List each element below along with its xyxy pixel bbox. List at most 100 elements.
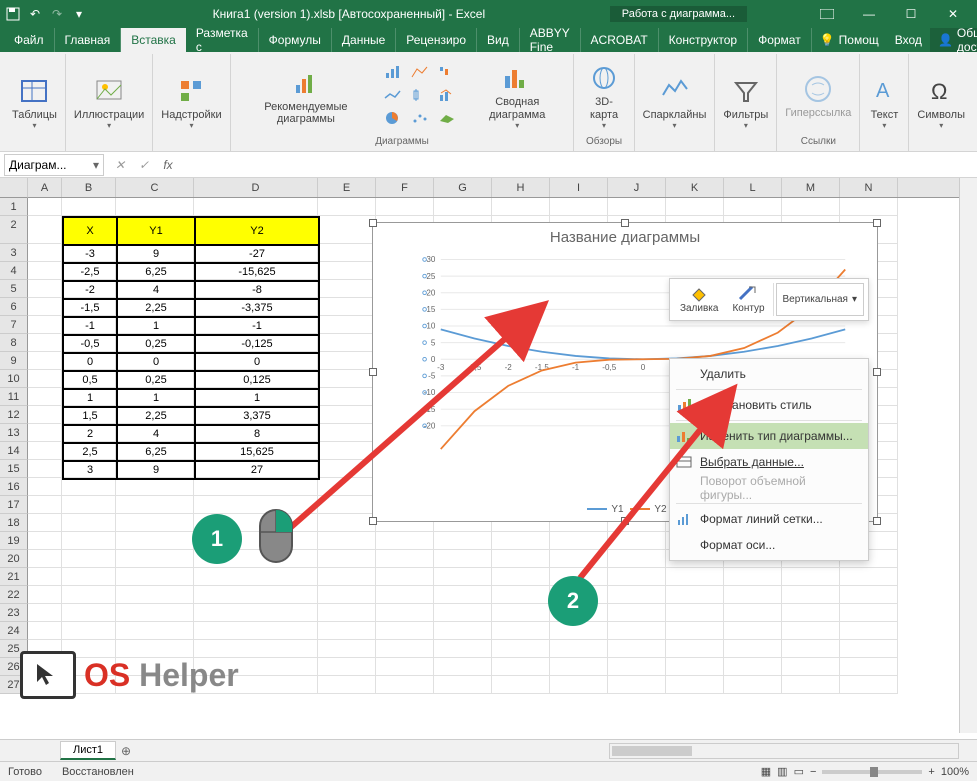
table-header[interactable]: Y1 — [117, 217, 195, 245]
table-cell[interactable]: 2,5 — [63, 443, 117, 461]
tab-разметка с[interactable]: Разметка с — [186, 28, 259, 52]
col-header[interactable]: M — [782, 178, 840, 197]
data-table[interactable]: XY1Y2-39-27-2,56,25-15,625-24-8-1,52,25-… — [62, 216, 320, 480]
row-header[interactable]: 2 — [0, 216, 28, 244]
tell-me[interactable]: 💡 Помощ — [812, 28, 887, 52]
table-cell[interactable]: -27 — [195, 245, 319, 263]
col-header[interactable]: K — [666, 178, 724, 197]
addins-button[interactable]: Надстройки▾ — [157, 73, 225, 132]
table-cell[interactable]: 0 — [63, 353, 117, 371]
minimize-icon[interactable]: — — [849, 0, 889, 28]
row-headers[interactable]: 1234567891011121314151617181920212223242… — [0, 198, 28, 694]
redo-icon[interactable]: ↷ — [48, 5, 66, 23]
illustrations-button[interactable]: Иллюстрации▾ — [70, 73, 148, 132]
table-cell[interactable]: 4 — [117, 281, 195, 299]
sparklines-button[interactable]: Спарклайны▾ — [639, 73, 711, 132]
table-cell[interactable]: 8 — [195, 425, 319, 443]
table-header[interactable]: X — [63, 217, 117, 245]
scatter-chart-icon[interactable] — [408, 108, 432, 128]
ctx-select-data[interactable]: Выбрать данные... — [670, 449, 868, 475]
outline-button[interactable]: Контур — [726, 283, 770, 316]
text-button[interactable]: A Текст▾ — [864, 73, 904, 132]
tab-данные[interactable]: Данные — [332, 28, 396, 52]
tab-формат[interactable]: Формат — [748, 28, 812, 52]
table-cell[interactable]: -15,625 — [195, 263, 319, 281]
stat-chart-icon[interactable] — [408, 85, 432, 105]
cancel-icon[interactable]: ✕ — [108, 158, 132, 172]
table-cell[interactable]: 27 — [195, 461, 319, 479]
ctx-change-chart-type[interactable]: Изменить тип диаграммы... — [670, 423, 868, 449]
tab-вставка[interactable]: Вставка — [121, 28, 186, 52]
row-header[interactable]: 19 — [0, 532, 28, 550]
col-header[interactable]: F — [376, 178, 434, 197]
chart-title[interactable]: Название диаграммы — [373, 223, 877, 252]
table-cell[interactable]: 0 — [195, 353, 319, 371]
table-cell[interactable]: -1 — [63, 317, 117, 335]
table-cell[interactable]: 6,25 — [117, 263, 195, 281]
zoom-in-icon[interactable]: + — [928, 766, 934, 778]
ribbon-display-icon[interactable] — [807, 0, 847, 28]
table-cell[interactable]: -2 — [63, 281, 117, 299]
table-cell[interactable]: 0,25 — [117, 371, 195, 389]
undo-icon[interactable]: ↶ — [26, 5, 44, 23]
chart-object[interactable]: Название диаграммы -20-15-10-50510152025… — [372, 222, 878, 522]
row-header[interactable]: 17 — [0, 496, 28, 514]
table-cell[interactable]: -0,5 — [63, 335, 117, 353]
bar-chart-icon[interactable] — [381, 62, 405, 82]
table-cell[interactable]: 4 — [117, 425, 195, 443]
formula-input[interactable] — [180, 154, 977, 176]
row-header[interactable]: 4 — [0, 262, 28, 280]
table-header[interactable]: Y2 — [195, 217, 319, 245]
line-chart-icon[interactable] — [381, 85, 405, 105]
row-header[interactable]: 24 — [0, 622, 28, 640]
row-header[interactable]: 14 — [0, 442, 28, 460]
col-header[interactable]: C — [116, 178, 194, 197]
table-cell[interactable]: 2,25 — [117, 407, 195, 425]
select-all-corner[interactable] — [0, 178, 28, 198]
table-cell[interactable]: 1,5 — [63, 407, 117, 425]
table-cell[interactable]: 2,25 — [117, 299, 195, 317]
enter-icon[interactable]: ✓ — [132, 158, 156, 172]
table-cell[interactable]: 0,25 — [117, 335, 195, 353]
row-header[interactable]: 13 — [0, 424, 28, 442]
hyperlink-button[interactable]: Гиперссылка — [781, 71, 855, 121]
table-cell[interactable]: 3,375 — [195, 407, 319, 425]
surface-chart-icon[interactable] — [435, 108, 459, 128]
pivot-chart-button[interactable]: Сводная диаграмма▾ — [465, 60, 569, 131]
row-header[interactable]: 6 — [0, 298, 28, 316]
combo-chart-icon[interactable] — [435, 85, 459, 105]
recommended-charts-button[interactable]: Рекомендуемые диаграммы — [235, 65, 377, 127]
table-cell[interactable]: 1 — [117, 389, 195, 407]
fill-button[interactable]: Заливка — [674, 283, 725, 316]
row-header[interactable]: 9 — [0, 352, 28, 370]
row-header[interactable]: 1 — [0, 198, 28, 216]
row-header[interactable]: 5 — [0, 280, 28, 298]
close-icon[interactable]: ✕ — [933, 0, 973, 28]
table-cell[interactable]: 0,5 — [63, 371, 117, 389]
row-header[interactable]: 22 — [0, 586, 28, 604]
column-headers[interactable]: ABCDEFGHIJKLMN — [28, 178, 959, 198]
qat-customize-icon[interactable]: ▾ — [70, 5, 88, 23]
tab-вид[interactable]: Вид — [477, 28, 520, 52]
pie-chart-icon[interactable] — [381, 108, 405, 128]
horizontal-scrollbar[interactable] — [609, 743, 959, 759]
col-header[interactable]: L — [724, 178, 782, 197]
tab-abbyy fine[interactable]: ABBYY Fine — [520, 28, 581, 52]
col-header[interactable]: E — [318, 178, 376, 197]
tab-file[interactable]: Файл — [4, 28, 55, 52]
row-header[interactable]: 8 — [0, 334, 28, 352]
table-cell[interactable]: 9 — [117, 245, 195, 263]
table-cell[interactable]: -2,5 — [63, 263, 117, 281]
ctx-delete[interactable]: Удалить — [670, 361, 868, 387]
table-cell[interactable]: -8 — [195, 281, 319, 299]
row-header[interactable]: 21 — [0, 568, 28, 586]
zoom-slider[interactable] — [822, 770, 922, 774]
table-cell[interactable]: 0 — [117, 353, 195, 371]
table-cell[interactable]: 3 — [63, 461, 117, 479]
table-cell[interactable]: 1 — [117, 317, 195, 335]
tab-acrobat[interactable]: ACROBAT — [581, 28, 659, 52]
hierarchy-chart-icon[interactable] — [408, 62, 432, 82]
table-cell[interactable]: -1 — [195, 317, 319, 335]
waterfall-chart-icon[interactable] — [435, 62, 459, 82]
row-header[interactable]: 3 — [0, 244, 28, 262]
